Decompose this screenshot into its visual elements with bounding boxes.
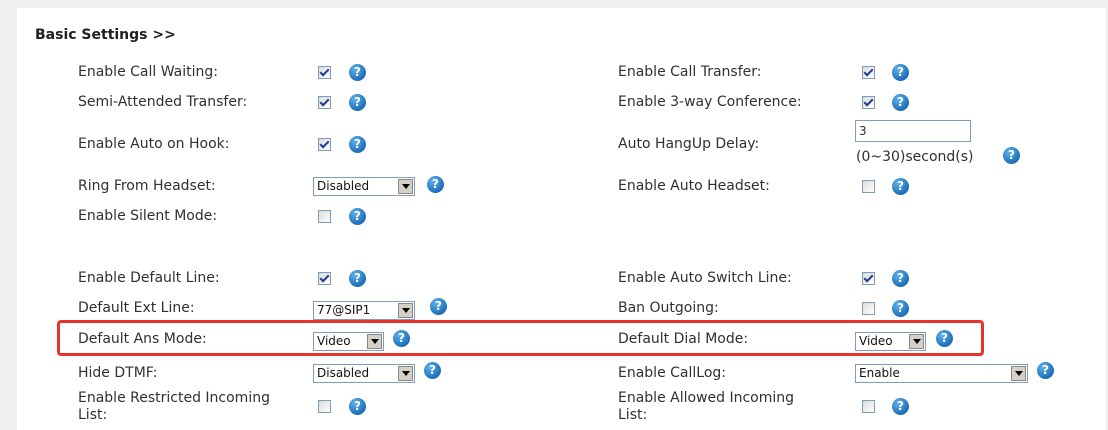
allowed-incoming-label-line2: List:	[618, 407, 648, 423]
section-title: Basic Settings >>	[35, 27, 176, 43]
highlight-box	[57, 320, 984, 356]
call-waiting-label: Enable Call Waiting:	[78, 64, 218, 80]
help-icon[interactable]: ?	[892, 94, 909, 111]
help-icon[interactable]: ?	[892, 270, 909, 287]
hide-dtmf-value: Disabled	[317, 366, 370, 380]
dropdown-arrow-icon[interactable]	[398, 366, 413, 381]
help-icon[interactable]: ?	[892, 300, 909, 317]
help-icon[interactable]: ?	[349, 64, 366, 81]
auto-headset-label: Enable Auto Headset:	[618, 178, 770, 194]
default-ext-line-select[interactable]: 77@SIP1	[313, 301, 415, 320]
calllog-value: Enable	[859, 366, 900, 380]
help-icon[interactable]: ?	[349, 94, 366, 111]
auto-on-hook-label: Enable Auto on Hook:	[78, 136, 230, 152]
call-waiting-checkbox[interactable]	[318, 66, 331, 79]
auto-switch-line-label: Enable Auto Switch Line:	[618, 270, 792, 286]
help-icon[interactable]: ?	[1037, 362, 1054, 379]
ring-from-headset-select[interactable]: Disabled	[313, 177, 415, 196]
help-icon[interactable]: ?	[892, 398, 909, 415]
calllog-label: Enable CallLog:	[618, 365, 726, 381]
help-icon[interactable]: ?	[892, 64, 909, 81]
three-way-conference-checkbox[interactable]	[862, 96, 875, 109]
dropdown-arrow-icon[interactable]	[398, 179, 413, 194]
auto-hangup-delay-hint: (0~30)second(s)	[856, 149, 974, 165]
silent-mode-checkbox[interactable]	[318, 210, 331, 223]
hide-dtmf-label: Hide DTMF:	[78, 365, 158, 381]
allowed-incoming-checkbox[interactable]	[862, 400, 875, 413]
semi-attended-transfer-checkbox[interactable]	[318, 96, 331, 109]
ring-from-headset-label: Ring From Headset:	[78, 178, 216, 194]
ring-from-headset-value: Disabled	[317, 179, 370, 193]
silent-mode-label: Enable Silent Mode:	[78, 208, 218, 224]
calllog-select[interactable]: Enable	[855, 364, 1028, 383]
restricted-incoming-checkbox[interactable]	[318, 400, 331, 413]
help-icon[interactable]: ?	[349, 398, 366, 415]
default-ext-line-value: 77@SIP1	[317, 303, 371, 317]
call-transfer-checkbox[interactable]	[862, 66, 875, 79]
dropdown-arrow-icon[interactable]	[398, 303, 413, 318]
help-icon[interactable]: ?	[349, 136, 366, 153]
allowed-incoming-label: Enable Allowed Incoming List:	[618, 390, 848, 424]
semi-attended-transfer-label: Semi-Attended Transfer:	[78, 94, 248, 110]
help-icon[interactable]: ?	[1003, 147, 1020, 164]
ban-outgoing-checkbox[interactable]	[862, 302, 875, 315]
dropdown-arrow-icon[interactable]	[1011, 366, 1026, 381]
help-icon[interactable]: ?	[892, 178, 909, 195]
help-icon[interactable]: ?	[430, 298, 447, 315]
auto-switch-line-checkbox[interactable]	[862, 272, 875, 285]
default-ext-line-label: Default Ext Line:	[78, 300, 195, 316]
hide-dtmf-select[interactable]: Disabled	[313, 364, 415, 383]
restricted-incoming-label: Enable Restricted Incoming List:	[78, 390, 308, 424]
auto-hangup-delay-input[interactable]: 3	[855, 120, 971, 142]
restricted-incoming-label-line2: List:	[78, 407, 108, 423]
default-line-label: Enable Default Line:	[78, 270, 220, 286]
restricted-incoming-label-line1: Enable Restricted Incoming	[78, 390, 270, 406]
help-icon[interactable]: ?	[349, 270, 366, 287]
three-way-conference-label: Enable 3-way Conference:	[618, 94, 802, 110]
help-icon[interactable]: ?	[424, 362, 441, 379]
auto-hangup-delay-label: Auto HangUp Delay:	[618, 136, 760, 152]
ban-outgoing-label: Ban Outgoing:	[618, 300, 719, 316]
allowed-incoming-label-line1: Enable Allowed Incoming	[618, 390, 795, 406]
default-line-checkbox[interactable]	[318, 272, 331, 285]
call-transfer-label: Enable Call Transfer:	[618, 64, 762, 80]
auto-headset-checkbox[interactable]	[862, 180, 875, 193]
help-icon[interactable]: ?	[349, 208, 366, 225]
help-icon[interactable]: ?	[427, 176, 444, 193]
auto-on-hook-checkbox[interactable]	[318, 138, 331, 151]
